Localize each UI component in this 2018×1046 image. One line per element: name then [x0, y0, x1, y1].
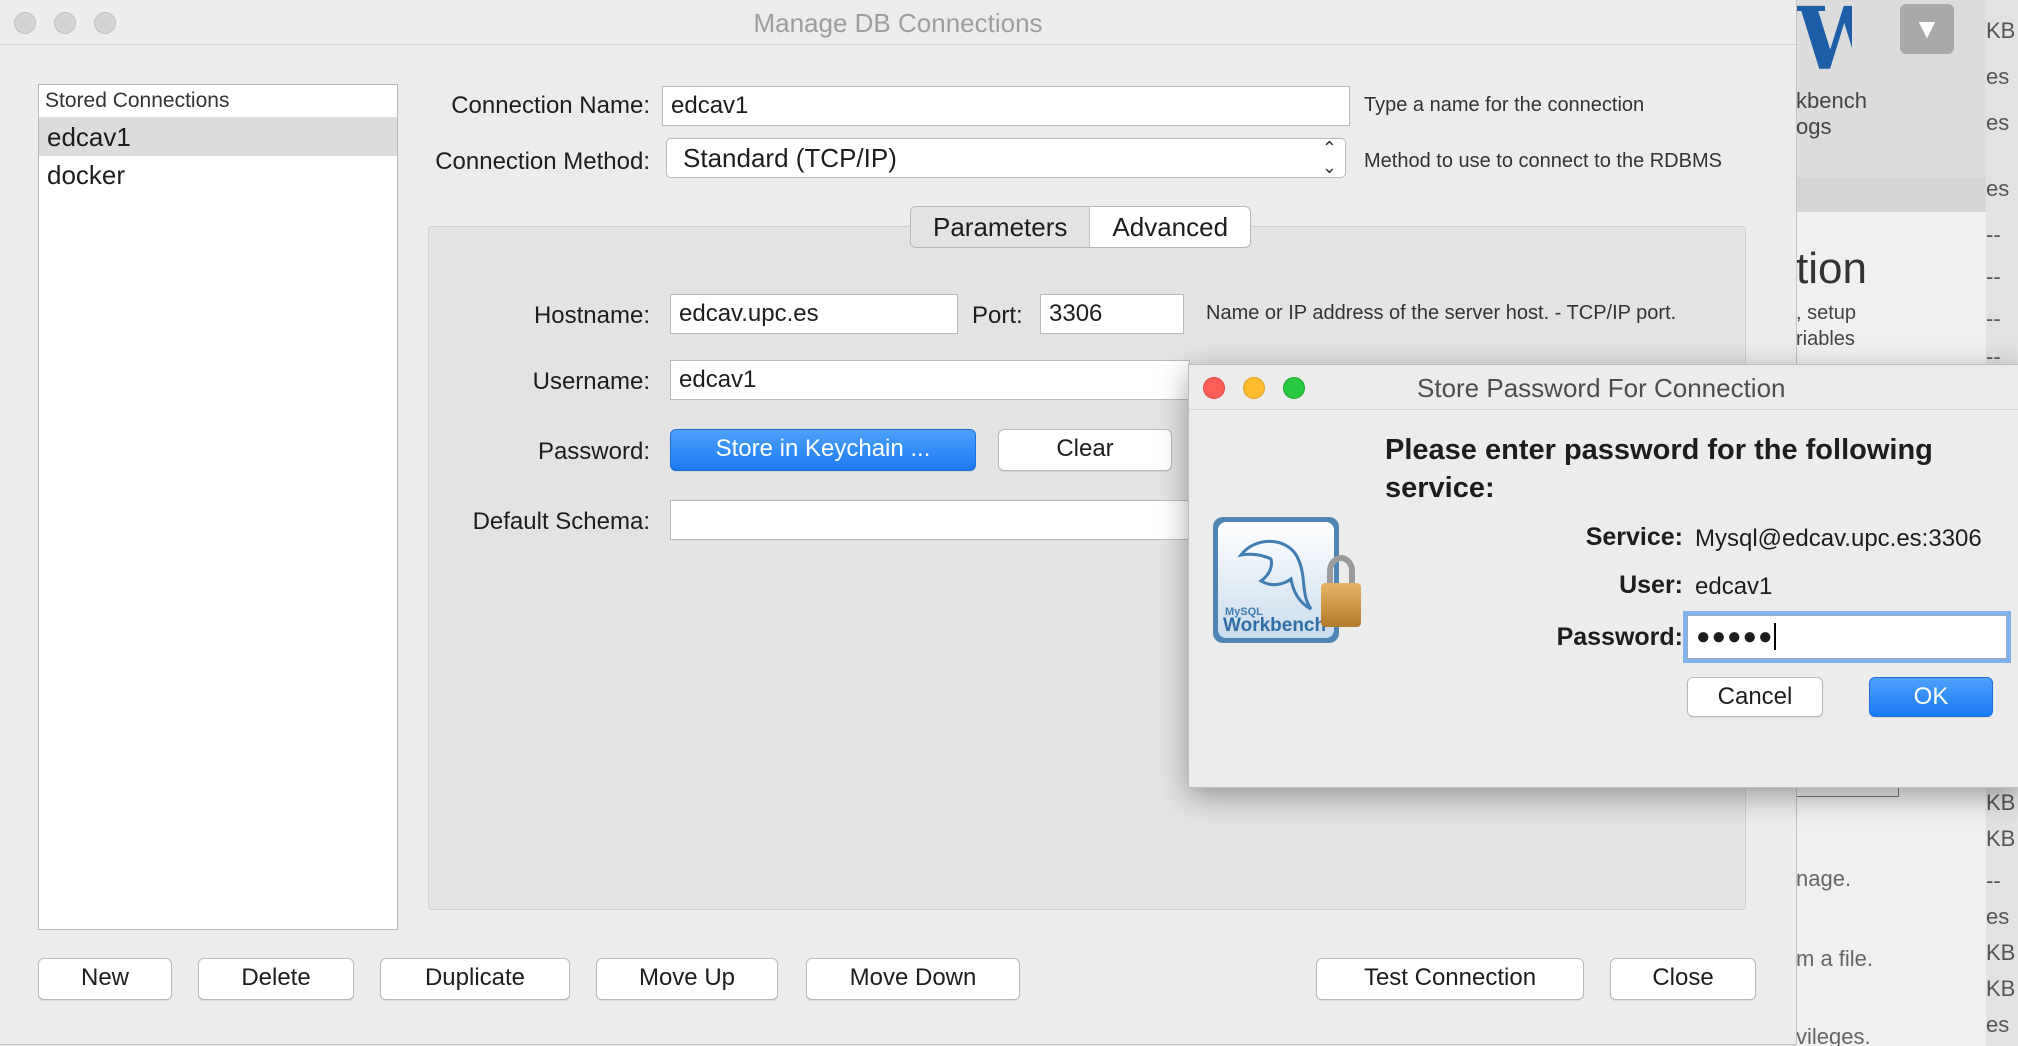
background-shortcut-label[interactable]: kbench ogs	[1796, 88, 1926, 140]
store-password-dialog: Store Password For Connection MySQL Work…	[1188, 364, 2018, 788]
background-column-item: KB	[1986, 976, 2016, 1001]
clear-password-button[interactable]: Clear	[998, 429, 1172, 471]
connection-item-docker[interactable]: docker	[39, 156, 397, 194]
password-label: Password:	[537, 438, 650, 465]
connection-name-label: Connection Name:	[451, 92, 650, 119]
background-column-item: KB	[1986, 790, 2016, 815]
move-down-button[interactable]: Move Down	[806, 958, 1020, 1000]
background-heading: tion	[1796, 244, 1867, 293]
dialog-password-input[interactable]: ●●●●●​	[1683, 611, 2011, 663]
new-button[interactable]: New	[38, 958, 172, 1000]
dropdown-arrow-icon[interactable]: ▼	[1900, 4, 1954, 54]
tab-parameters[interactable]: Parameters	[911, 207, 1091, 247]
background-column-item: es	[1986, 110, 2010, 135]
stored-connections-header: Stored Connections	[39, 85, 397, 118]
background-text-1: nage.	[1796, 866, 1852, 891]
background-column-item: --	[1986, 222, 2001, 247]
background-text-3: vileges.	[1796, 1024, 1871, 1046]
user-label: User:	[1619, 571, 1683, 599]
duplicate-button[interactable]: Duplicate	[380, 958, 570, 1000]
dialog-title: Store Password For Connection	[1417, 373, 1786, 403]
password-masked-value: ●●●●●	[1696, 623, 1774, 650]
connection-method-value: Standard (TCP/IP)	[683, 143, 897, 173]
connection-item-edcav1[interactable]: edcav1	[39, 118, 397, 156]
background-column-item: KB	[1986, 18, 2016, 43]
delete-button[interactable]: Delete	[198, 958, 354, 1000]
default-schema-input[interactable]	[670, 500, 1190, 540]
service-value: Mysql@edcav.upc.es:3306	[1695, 525, 1982, 552]
background-column-item: KB	[1986, 940, 2016, 965]
mysql-workbench-lock-icon: MySQL Workbench	[1211, 515, 1371, 643]
background-shortcut-line1: kbench	[1796, 88, 1867, 113]
window-titlebar: Manage DB Connections	[0, 0, 1796, 45]
background-column-item: es	[1986, 64, 2010, 89]
connection-method-select[interactable]: Standard (TCP/IP) ⌃ ⌄	[666, 138, 1346, 178]
background-column-item: es	[1986, 176, 2010, 201]
background-column-item: es	[1986, 904, 2010, 929]
background-column-item: --	[1986, 306, 2001, 331]
default-schema-label: Default Schema:	[472, 508, 650, 535]
hostname-label: Hostname:	[533, 302, 650, 329]
background-shortcut-line2: ogs	[1796, 114, 1832, 139]
background-column-item: --	[1986, 264, 2001, 289]
hostname-hint: Name or IP address of the server host. -…	[1206, 302, 1677, 324]
connection-method-hint: Method to use to connect to the RDBMS	[1364, 150, 1722, 172]
username-label: Username:	[532, 368, 650, 395]
dialog-password-label: Password:	[1556, 623, 1683, 651]
background-subtext-line2: riables	[1796, 328, 1855, 350]
text-caret: ​	[1774, 623, 1777, 650]
background-text-2: m a file.	[1796, 946, 1874, 971]
connection-name-input[interactable]: edcav1	[662, 86, 1350, 126]
background-column-item: --	[1986, 868, 2001, 893]
hostname-input[interactable]: edcav.upc.es	[670, 294, 958, 334]
background-band	[1796, 178, 1986, 212]
background-column-item: KB	[1986, 826, 2016, 851]
test-connection-button[interactable]: Test Connection	[1316, 958, 1584, 1000]
wordpress-logo-icon: W	[1796, 0, 1852, 80]
move-up-button[interactable]: Move Up	[596, 958, 778, 1000]
port-label: Port:	[972, 302, 1023, 329]
background-subtext-line1: , setup	[1796, 302, 1857, 324]
dialog-heading: Please enter password for the following …	[1385, 434, 1933, 504]
username-input[interactable]: edcav1	[670, 360, 1190, 400]
close-button[interactable]: Close	[1610, 958, 1756, 1000]
background-subtext: , setup riables	[1796, 300, 1856, 352]
tab-advanced[interactable]: Advanced	[1090, 207, 1250, 247]
user-value: edcav1	[1695, 573, 1773, 600]
dialog-ok-button[interactable]: OK	[1869, 677, 1993, 717]
connection-method-label: Connection Method:	[435, 148, 650, 175]
connection-name-hint: Type a name for the connection	[1364, 94, 1645, 116]
port-input[interactable]: 3306	[1040, 294, 1184, 334]
service-label: Service:	[1585, 523, 1683, 551]
tab-bar: Parameters Advanced	[910, 206, 1252, 248]
background-column-item: es	[1986, 1012, 2010, 1037]
select-arrows-icon: ⌃ ⌄	[1321, 138, 1337, 177]
icon-workbench-text: Workbench	[1223, 615, 1326, 636]
dialog-cancel-button[interactable]: Cancel	[1687, 677, 1823, 717]
dialog-titlebar: Store Password For Connection	[1189, 365, 2018, 410]
window-title: Manage DB Connections	[753, 8, 1043, 38]
stored-connections-list[interactable]: Stored Connections edcav1 docker	[38, 84, 398, 930]
store-in-keychain-button[interactable]: Store in Keychain ...	[670, 429, 976, 471]
